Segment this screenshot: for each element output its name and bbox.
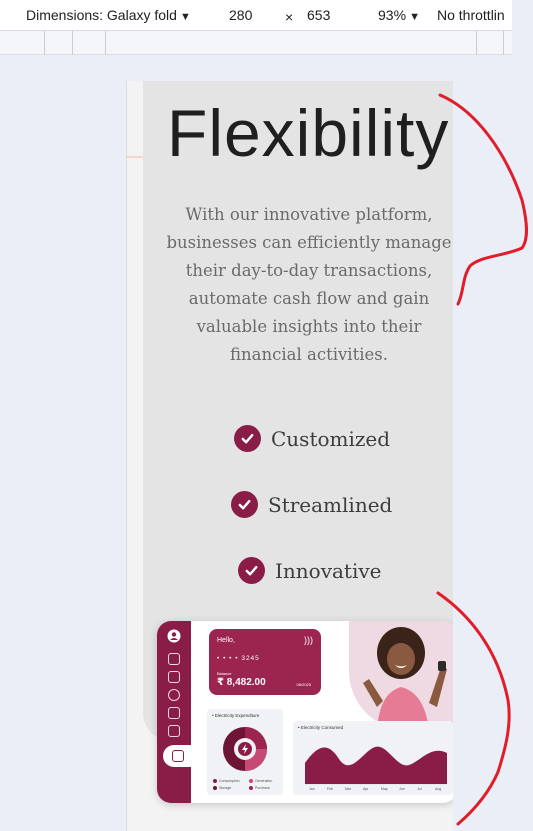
dashboard-preview-image: Hello, ))) • • • • 3245 Balance ₹ 8,482.… xyxy=(157,621,453,803)
month-label: May xyxy=(381,787,388,791)
consumed-title: • Electricity Consumed xyxy=(298,725,344,730)
check-circle-icon xyxy=(231,491,258,518)
legend-dot xyxy=(249,779,253,784)
legend-label: Consumption xyxy=(219,779,240,783)
card-number: • • • • 3245 xyxy=(217,655,260,662)
height-input[interactable]: 653 xyxy=(307,7,330,23)
feature-item: Customized xyxy=(234,425,390,452)
legend-item: Generation xyxy=(249,779,273,784)
feature-label: Customized xyxy=(271,426,391,451)
decorative-line xyxy=(127,156,143,158)
legend-label: Generation xyxy=(255,779,273,783)
month-label: Aug xyxy=(435,787,442,791)
consumed-panel: • Electricity Consumed Jan Feb Mar Apr M… xyxy=(293,721,453,795)
dashboard-sidebar xyxy=(157,621,191,803)
legend-item: Storage xyxy=(213,786,232,791)
month-label: Feb xyxy=(327,787,334,791)
legend-item: Consumption xyxy=(213,779,240,784)
legend-dot xyxy=(213,779,217,784)
right-gutter xyxy=(512,0,533,831)
check-circle-icon xyxy=(238,557,265,584)
ruler-mark[interactable] xyxy=(503,31,504,55)
expenditure-title: • Electricity Expenditure xyxy=(212,713,260,718)
legend-label: Storage xyxy=(219,786,232,790)
legend-label: Purchase xyxy=(255,786,270,790)
expenditure-panel: • Electricity Expenditure Consumption Ge… xyxy=(207,709,283,795)
throttling-select[interactable]: No throttlin xyxy=(437,7,505,23)
section-description: With our innovative platform, businesses… xyxy=(166,205,452,364)
legend-dot xyxy=(249,786,253,791)
legend-dot xyxy=(213,786,217,791)
month-label: Jun xyxy=(399,787,405,791)
ruler-mark[interactable] xyxy=(44,31,45,55)
device-viewport: Flexibility With our innovative platform… xyxy=(126,81,453,831)
feature-label: Streamlined xyxy=(268,492,393,517)
check-circle-icon xyxy=(234,425,261,452)
month-label: Jul xyxy=(417,787,422,791)
devtools-device-toolbar: Dimensions: Galaxy fold 280 × 653 93% No… xyxy=(0,0,533,31)
account-card: Hello, ))) • • • • 3245 Balance ₹ 8,482.… xyxy=(209,629,321,695)
feature-label: Innovative xyxy=(275,558,382,583)
feature-item: Innovative xyxy=(238,557,382,584)
dimension-separator: × xyxy=(285,9,294,25)
home-icon xyxy=(168,653,180,665)
consumption-area-chart xyxy=(305,746,447,785)
device-dimensions-select[interactable]: Dimensions: Galaxy fold xyxy=(26,7,191,23)
month-label: Jan xyxy=(309,787,315,791)
expenditure-donut-chart xyxy=(223,727,267,771)
support-icon xyxy=(168,725,180,737)
media-query-ruler xyxy=(0,31,533,55)
zoom-select[interactable]: 93% xyxy=(378,7,420,23)
celebrating-woman-photo xyxy=(363,627,447,731)
wallet-icon xyxy=(172,750,184,762)
balance-value: ₹ 8,482.00 xyxy=(217,677,266,688)
shield-icon xyxy=(168,707,180,719)
ruler-mark[interactable] xyxy=(72,31,73,55)
feature-item: Streamlined xyxy=(231,491,392,518)
card-expiry: 08/2025 xyxy=(296,682,311,687)
month-label: Mar xyxy=(345,787,352,791)
clock-icon xyxy=(168,689,180,701)
month-label: Apr xyxy=(363,787,369,791)
card-icon xyxy=(168,671,180,683)
width-input[interactable]: 280 xyxy=(229,7,252,23)
contactless-icon: ))) xyxy=(304,635,313,645)
section-title: Flexibility xyxy=(167,96,450,170)
legend-item: Purchase xyxy=(249,786,270,791)
user-icon xyxy=(167,629,181,643)
greeting: Hello, xyxy=(217,637,235,644)
ruler-mark[interactable] xyxy=(476,31,477,55)
balance-label: Balance xyxy=(217,671,232,676)
ruler-mark[interactable] xyxy=(105,31,106,55)
